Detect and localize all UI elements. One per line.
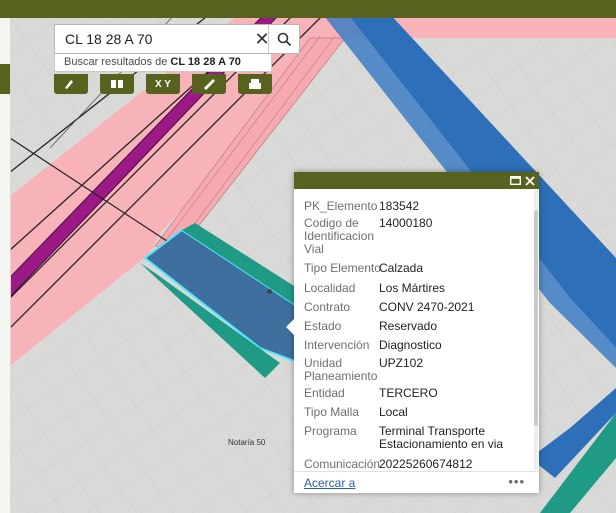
attribute-label: PK_Elemento <box>304 199 378 213</box>
attribute-label: Localidad <box>304 281 356 295</box>
attribute-label: Tipo Malla <box>304 405 359 419</box>
basemap-gallery-button[interactable] <box>100 74 134 94</box>
draw-tool-button[interactable] <box>54 74 88 94</box>
search-suggestion[interactable]: Buscar resultados de CL 18 28 A 70 <box>54 54 272 72</box>
attribute-label: Programa <box>304 424 357 438</box>
coordinate-xy-icon: X Y <box>155 78 171 90</box>
attribute-value: 14000180 <box>379 216 433 230</box>
popup-footer: Acercar a ••• <box>294 471 539 494</box>
popup-header <box>294 172 539 189</box>
measure-ruler-icon <box>204 79 215 90</box>
attribute-label: Estado <box>304 319 342 333</box>
left-panel-edge <box>0 18 11 513</box>
basemap-gallery-icon <box>111 80 123 88</box>
suggestion-term: CL 18 28 A 70 <box>170 56 241 68</box>
app-header-bar <box>0 0 616 18</box>
attribute-value: UPZ102 <box>379 356 424 370</box>
map-toolbar: X Y <box>54 74 272 98</box>
attribute-value: Terminal Transporte Estacionamiento en v… <box>379 424 504 451</box>
maximize-icon[interactable] <box>507 173 523 188</box>
feature-popup: PK_Elemento 183542 Codigo de Identificaci… <box>286 172 539 494</box>
attribute-value: Calzada <box>379 261 424 275</box>
map-point[interactable] <box>267 289 272 294</box>
app-window: Notaría 50 ✕ Buscar resultados de CL 18 … <box>0 0 616 513</box>
search-widget: ✕ <box>54 24 300 54</box>
print-icon <box>249 79 261 89</box>
attribute-value: CONV 2470-2021 <box>379 300 475 314</box>
zoom-to-link[interactable]: Acercar a <box>304 476 355 490</box>
panel-toggle[interactable] <box>0 64 10 94</box>
attribute-value: 183542 <box>379 199 420 213</box>
scrollbar-thumb[interactable] <box>534 210 538 426</box>
attribute-label: Contrato <box>304 300 351 314</box>
map-label-notaria: Notaría 50 <box>228 438 266 447</box>
popup-content: PK_Elemento 183542 Codigo de Identificaci… <box>294 189 539 471</box>
attribute-label: Intervención <box>304 338 370 352</box>
close-icon[interactable] <box>522 173 538 188</box>
attribute-value: Diagnostico <box>379 338 442 352</box>
more-actions-icon[interactable]: ••• <box>508 474 525 489</box>
attribute-label: Entidad <box>304 386 345 400</box>
attribute-value: Los Mártires <box>379 281 446 295</box>
attribute-label: Codigo de Identificacion Vial <box>304 216 375 256</box>
attribute-value: Reservado <box>379 319 438 333</box>
attribute-label: Unidad Planeamiento <box>304 356 378 383</box>
search-input[interactable] <box>55 25 255 53</box>
print-button[interactable] <box>238 74 272 94</box>
attribute-label: Tipo Elemento <box>304 261 381 275</box>
search-button[interactable] <box>268 25 299 53</box>
coordinate-xy-button[interactable]: X Y <box>146 74 180 94</box>
attribute-value: Local <box>379 405 408 419</box>
attribute-label: Comunicación <box>304 457 381 471</box>
draw-tool-icon <box>64 80 73 89</box>
search-icon <box>277 32 291 46</box>
attribute-value: TERCERO <box>379 386 438 400</box>
attribute-value: 20225260674812 <box>379 457 473 471</box>
measure-button[interactable] <box>192 74 226 94</box>
popup-scrollbar[interactable] <box>534 190 538 470</box>
